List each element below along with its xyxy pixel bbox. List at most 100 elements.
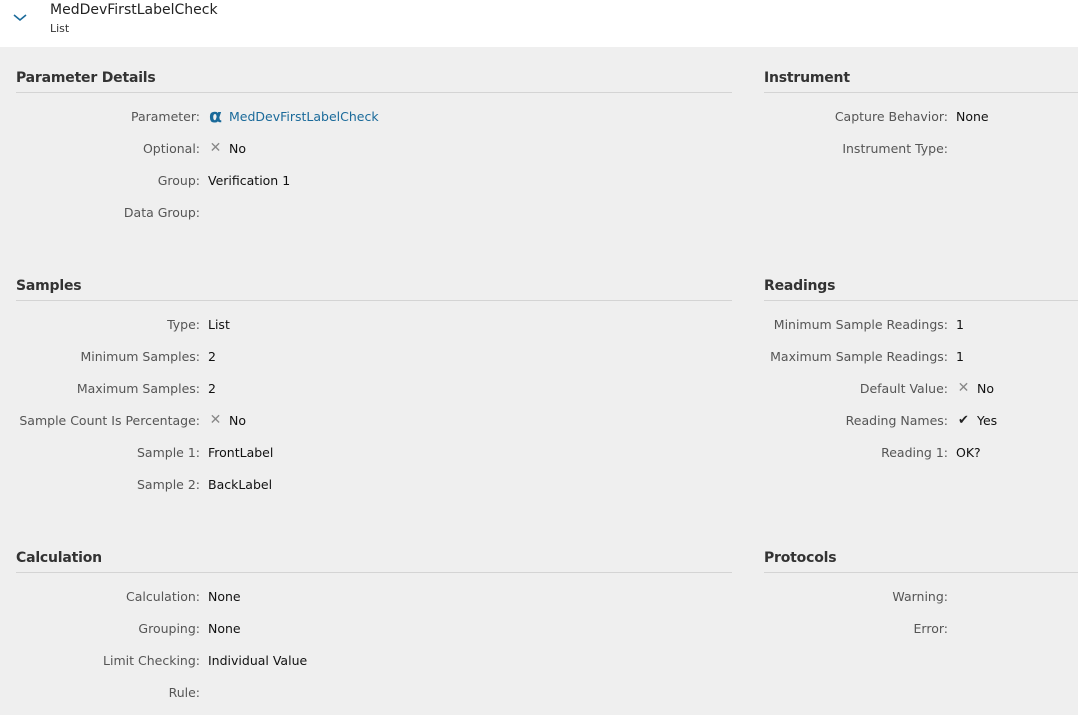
field-row: Maximum Samples: 2 <box>16 372 732 404</box>
x-icon: ✕ <box>209 140 222 156</box>
field-value: Verification 1 <box>208 173 290 188</box>
field-value: None <box>956 109 989 124</box>
field-list: Type: List Minimum Samples: 2 Maximum Sample… <box>16 308 732 500</box>
field-value-text: Yes <box>977 412 998 428</box>
section-samples: Samples Type: List Minimum Samples: 2 Maximum… <box>16 276 732 500</box>
field-label: Sample 2: <box>136 476 200 492</box>
field-value-text: 2 <box>208 348 216 364</box>
field-row: Minimum Sample Readings: 1 <box>764 308 1078 340</box>
field-label: Error: <box>913 620 948 636</box>
field-label: Type: <box>167 316 200 332</box>
field-row: Reading 1: OK? <box>764 436 1078 468</box>
field-label: Warning: <box>892 588 948 604</box>
field-value: ✕ No <box>208 412 246 428</box>
field-row: Calculation: None <box>16 580 732 612</box>
field-value-text: 2 <box>208 380 216 396</box>
field-list: Minimum Sample Readings: 1 Maximum Sample … <box>764 308 1078 468</box>
field-value: 2 <box>208 381 216 396</box>
field-list: Parameter: α MedDevFirstLabelCheck Optional… <box>16 100 732 228</box>
field-label: Minimum Sample Readings: <box>773 316 948 332</box>
field-label: Calculation: <box>126 588 200 604</box>
field-value-text: Individual Value <box>208 652 308 668</box>
section-readings: Readings Minimum Sample Readings: 1 Maximum… <box>764 276 1078 468</box>
field-label: Maximum Sample Readings: <box>770 348 948 364</box>
field-row: Default Value: ✕ No <box>764 372 1078 404</box>
field-value-text: No <box>977 380 994 396</box>
field-row: Grouping: None <box>16 612 732 644</box>
field-value-text: FrontLabel <box>208 444 274 460</box>
field-value: ✔ Yes <box>956 413 997 428</box>
field-row: Minimum Samples: 2 <box>16 340 732 372</box>
field-row: Instrument Type: <box>764 132 1078 164</box>
field-label: Sample 1: <box>136 444 200 460</box>
field-list: Warning: Error: <box>764 580 1078 644</box>
x-icon: ✕ <box>957 380 970 396</box>
field-list: Calculation: None Grouping: None Limit Check… <box>16 580 732 708</box>
field-row: Sample 1: FrontLabel <box>16 436 732 468</box>
field-row: Reading Names: ✔ Yes <box>764 404 1078 436</box>
field-value: List <box>208 317 230 332</box>
field-row: Limit Checking: Individual Value <box>16 644 732 676</box>
field-value: ✕ No <box>208 140 246 156</box>
section-title: Parameter Details <box>16 68 732 93</box>
section-protocols: Protocols Warning: Error: <box>764 548 1078 644</box>
field-row: Sample Count Is Percentage: ✕ No <box>16 404 732 436</box>
field-row: Error: <box>764 612 1078 644</box>
field-row: Optional: ✕ No <box>16 132 732 164</box>
field-row: Group: Verification 1 <box>16 164 732 196</box>
field-label: Parameter: <box>130 108 200 124</box>
field-value: 1 <box>956 317 964 332</box>
alpha-icon: α <box>208 105 223 127</box>
field-label: Group: <box>157 172 200 188</box>
section-title: Samples <box>16 276 732 301</box>
section-parameter-details: Parameter Details Parameter: α MedDevFirstL… <box>16 68 732 228</box>
field-value-text: List <box>208 316 230 332</box>
field-value: FrontLabel <box>208 445 273 460</box>
field-label: Maximum Samples: <box>76 380 200 396</box>
field-value: None <box>208 621 241 636</box>
section-title: Instrument <box>764 68 1078 93</box>
field-value-text: BackLabel <box>208 476 273 492</box>
field-label: Rule: <box>168 684 200 700</box>
field-row: Rule: <box>16 676 732 708</box>
field-row: Type: List <box>16 308 732 340</box>
field-label: Default Value: <box>859 380 948 396</box>
field-value: 2 <box>208 349 216 364</box>
chevron-down-icon[interactable] <box>12 10 28 24</box>
field-value-text: No <box>229 412 246 428</box>
field-label: Minimum Samples: <box>80 348 201 364</box>
field-label: Limit Checking: <box>103 652 200 668</box>
field-value-text: None <box>956 108 989 124</box>
section-title: Readings <box>764 276 1078 301</box>
page-header: MedDevFirstLabelCheck List <box>0 0 1078 47</box>
field-value-text: OK? <box>956 444 981 460</box>
field-row: Maximum Sample Readings: 1 <box>764 340 1078 372</box>
section-instrument: Instrument Capture Behavior: None Instrumen… <box>764 68 1078 164</box>
field-row: Warning: <box>764 580 1078 612</box>
field-label: Reading 1: <box>881 444 948 460</box>
item-subtitle: List <box>50 22 70 35</box>
field-value-text: 1 <box>956 316 964 332</box>
field-label: Grouping: <box>138 620 200 636</box>
check-icon: ✔ <box>958 412 969 428</box>
field-row: Data Group: <box>16 196 732 228</box>
field-value-text: No <box>229 140 246 156</box>
field-value-text: 1 <box>956 348 964 364</box>
section-calculation: Calculation Calculation: None Grouping: None… <box>16 548 732 708</box>
field-label: Sample Count Is Percentage: <box>19 412 200 428</box>
section-title: Protocols <box>764 548 1078 573</box>
field-value-text[interactable]: MedDevFirstLabelCheck <box>229 109 379 124</box>
field-row: Sample 2: BackLabel <box>16 468 732 500</box>
x-icon: ✕ <box>209 412 222 428</box>
field-value: 1 <box>956 349 964 364</box>
field-value: ✕ No <box>956 380 994 396</box>
field-value-text: None <box>208 588 241 604</box>
field-label: Optional: <box>142 140 200 156</box>
field-label: Capture Behavior: <box>834 108 948 124</box>
section-title: Calculation <box>16 548 732 573</box>
field-row: Capture Behavior: None <box>764 100 1078 132</box>
field-value: None <box>208 589 241 604</box>
field-value: OK? <box>956 445 981 460</box>
field-value-text: Verification 1 <box>208 172 291 188</box>
field-value[interactable]: α MedDevFirstLabelCheck <box>208 105 379 127</box>
